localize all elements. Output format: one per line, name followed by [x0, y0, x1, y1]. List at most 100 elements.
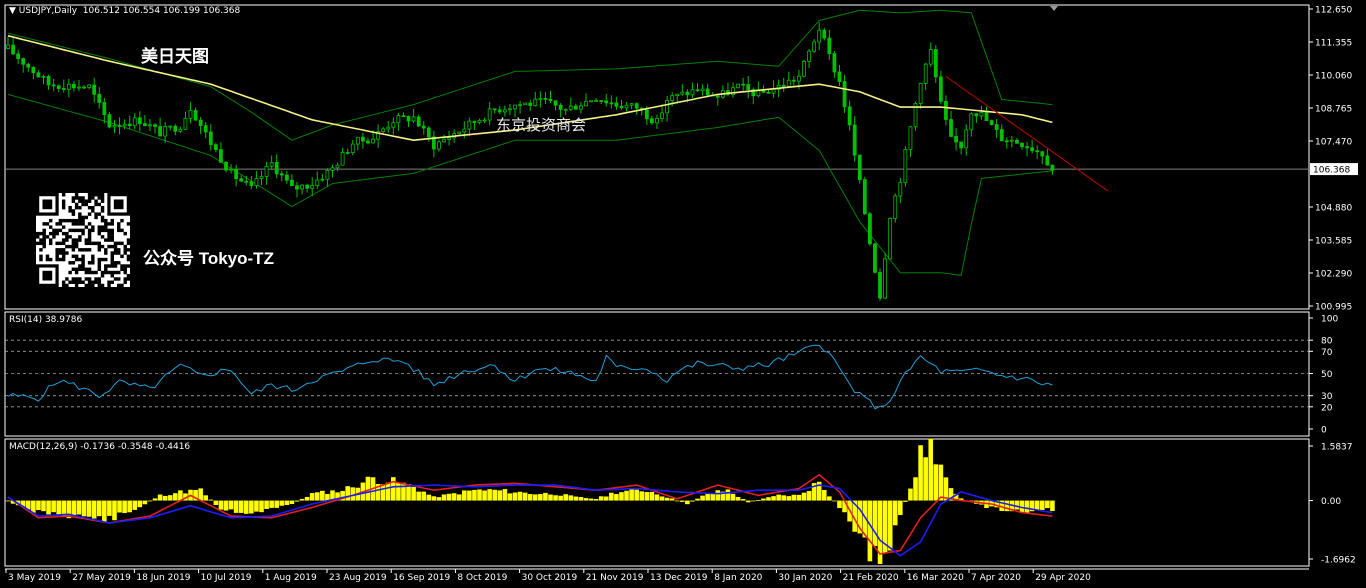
- qr-module: [48, 225, 53, 229]
- qr-module: [107, 244, 111, 249]
- y-tick-label: 102.290: [1315, 270, 1352, 280]
- candle-body: [112, 125, 117, 128]
- qr-module: [78, 196, 82, 200]
- macd-histogram-bar: [867, 500, 873, 562]
- macd-histogram-bar: [233, 500, 239, 513]
- qr-module: [120, 267, 124, 271]
- qr-module: [81, 196, 85, 200]
- macd-histogram-bar: [578, 497, 584, 501]
- qr-module: [110, 218, 114, 223]
- macd-histogram-bar: [791, 494, 797, 501]
- qr-module: [97, 241, 102, 246]
- candle-body: [41, 75, 46, 78]
- candle-body: [741, 83, 746, 86]
- x-tick-label: 7 Apr 2020: [971, 573, 1021, 583]
- qr-module: [39, 257, 43, 262]
- rsi-y-tick-label: 50: [1321, 370, 1333, 380]
- qr-module: [39, 241, 43, 246]
- x-tick-label: 8 Jan 2020: [714, 573, 762, 583]
- candle-body: [284, 174, 289, 181]
- candle-body: [908, 126, 913, 150]
- macd-histogram-bar: [492, 489, 498, 501]
- qr-module: [61, 251, 66, 255]
- candle-body: [949, 119, 953, 137]
- macd-histogram-bar: [426, 494, 432, 501]
- macd-histogram-bar: [385, 482, 391, 501]
- macd-histogram-bar: [446, 493, 452, 501]
- candle-body: [969, 113, 974, 131]
- candle-body: [999, 129, 1004, 142]
- x-tick-label: 8 Oct 2019: [457, 573, 507, 583]
- qr-module: [78, 264, 82, 268]
- candle-body: [437, 141, 441, 150]
- candle-body: [543, 97, 548, 100]
- qr-module: [71, 222, 76, 226]
- macd-histogram-bar: [715, 490, 721, 501]
- candle-body: [558, 104, 563, 110]
- candle-body: [670, 95, 675, 101]
- macd-histogram-bar: [467, 490, 472, 501]
- candle-body: [700, 88, 705, 92]
- macd-histogram-bar: [654, 494, 660, 501]
- qr-module: [55, 228, 59, 233]
- candle-body: [847, 106, 852, 126]
- candle-body: [954, 136, 958, 143]
- macd-histogram-bar: [198, 488, 203, 501]
- qr-module: [61, 225, 66, 229]
- candle-body: [553, 100, 558, 106]
- candle-body: [873, 243, 877, 273]
- candle-body: [959, 141, 964, 149]
- qr-module: [117, 261, 121, 265]
- account-label: 公众号 Tokyo-TZ: [143, 249, 274, 268]
- qr-module: [55, 231, 59, 236]
- macd-histogram-bar: [674, 500, 680, 502]
- macd-histogram-bar: [913, 477, 918, 501]
- candle-body: [315, 179, 320, 187]
- qr-module: [110, 228, 114, 233]
- candle-body: [330, 167, 335, 171]
- rsi-y-tick-label: 70: [1321, 348, 1333, 358]
- macd-y-tick-label: 0.00: [1321, 497, 1341, 507]
- qr-module: [91, 205, 95, 210]
- macd-histogram-bar: [31, 500, 36, 513]
- qr-module: [91, 225, 95, 229]
- macd-histogram-bar: [436, 497, 442, 501]
- candle-body: [619, 105, 624, 109]
- rsi-title: RSI(14) 38.9786: [9, 315, 83, 325]
- macd-histogram-bar: [892, 500, 898, 526]
- qr-module: [71, 277, 76, 281]
- qr-module: [42, 235, 46, 239]
- candle-body: [244, 180, 249, 183]
- macd-histogram-bar: [502, 489, 508, 501]
- qr-module: [71, 209, 76, 213]
- qr-module: [68, 205, 72, 210]
- qr-module: [113, 261, 118, 265]
- qr-module: [110, 261, 114, 265]
- macd-histogram-bar: [548, 494, 553, 501]
- qr-module: [107, 222, 111, 226]
- candle-body: [274, 162, 279, 175]
- y-tick-label: 111.355: [1315, 39, 1352, 49]
- candle-body: [533, 98, 538, 106]
- qr-module: [81, 248, 85, 252]
- qr-module: [110, 238, 114, 242]
- candle-body: [188, 110, 193, 119]
- macd-histogram-bar: [157, 494, 163, 501]
- macd-histogram-bar: [289, 500, 295, 505]
- candle-body: [665, 100, 669, 114]
- qr-module: [126, 274, 130, 278]
- macd-histogram-bar: [380, 484, 386, 501]
- candle-body: [614, 102, 619, 107]
- qr-module: [107, 231, 111, 236]
- qr-module: [74, 270, 79, 275]
- qr-module: [100, 270, 105, 275]
- rsi-y-tick-label: 80: [1321, 337, 1333, 347]
- macd-histogram-bar: [563, 494, 568, 501]
- qr-module: [87, 261, 92, 265]
- candle-body: [883, 258, 888, 299]
- macd-histogram-bar: [314, 492, 320, 501]
- qr-module: [81, 257, 85, 262]
- candle-body: [213, 144, 218, 151]
- candle-body: [502, 109, 507, 113]
- candle-body: [624, 104, 629, 109]
